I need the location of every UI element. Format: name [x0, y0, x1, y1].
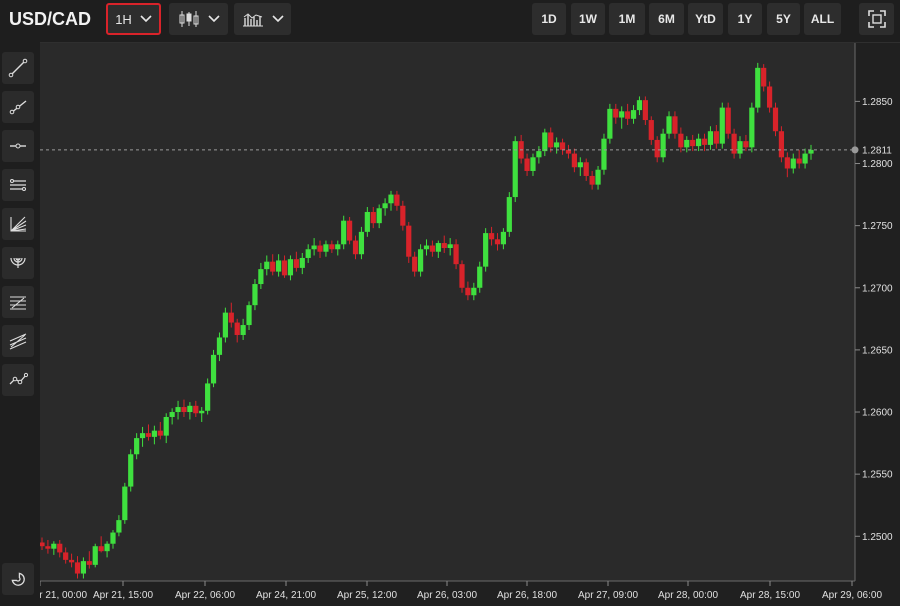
price-chart[interactable]: 1.2850 1.2800 1.2750 1.2700 1.2650 1.2600 1.25… — [40, 43, 900, 606]
path-tool[interactable] — [2, 364, 34, 396]
y-tick-label: 1.2500 — [862, 532, 893, 543]
chevron-down-icon — [207, 15, 220, 23]
range-button-all[interactable]: ALL — [804, 3, 841, 35]
x-tick-label: Apr 26, 18:00 — [497, 590, 557, 601]
candle — [222, 307, 228, 343]
x-tick-label: Apr 25, 12:00 — [337, 590, 397, 601]
x-tick-label: Apr 27, 09:00 — [578, 590, 638, 601]
fib-fan-icon — [10, 216, 27, 232]
x-tick-label: Apr 24, 21:00 — [256, 590, 316, 601]
range-button-ytd[interactable]: YtD — [688, 3, 723, 35]
y-tick-label: 1.2600 — [862, 408, 893, 419]
y-tick-label: 1.2650 — [862, 345, 893, 356]
candle — [92, 543, 98, 568]
drawing-toolbar — [0, 42, 40, 606]
y-tick-label: 1.2550 — [862, 470, 893, 481]
fib-fan-tool[interactable] — [2, 208, 34, 240]
current-price-dot — [851, 146, 859, 154]
x-tick-label: Apr 28, 15:00 — [740, 590, 800, 601]
x-tick-label: Apr 21, 00:00 — [40, 590, 87, 601]
y-tick-label: 1.2800 — [862, 159, 893, 170]
y-tick-label: 1.2700 — [862, 283, 893, 294]
candle — [660, 128, 666, 163]
x-tick-label: Apr 21, 15:00 — [93, 590, 153, 601]
price-axis — [855, 43, 900, 606]
x-tick-label: Apr 22, 06:00 — [175, 590, 235, 601]
y-tick-label: 1.2750 — [862, 221, 893, 232]
horizontal-line-tool[interactable] — [2, 130, 34, 162]
pitchfork-icon — [9, 333, 27, 350]
parallel-channel-tool[interactable] — [2, 169, 34, 201]
candle — [755, 62, 761, 113]
plot-area — [40, 43, 855, 581]
interval-label: 1H — [115, 11, 132, 27]
chevron-down-icon — [271, 15, 284, 23]
chart-type-dropdown[interactable] — [169, 3, 228, 35]
candle — [601, 133, 607, 175]
trend-line-icon — [8, 58, 28, 78]
magnet-icon — [11, 572, 25, 586]
x-tick-label: Apr 29, 06:00 — [822, 590, 882, 601]
candle — [122, 482, 128, 524]
symbol-title: USD/CAD — [9, 9, 92, 29]
range-button-1m[interactable]: 1M — [609, 3, 645, 35]
toolbar: USD/CAD 1H 1D 1W 1M 6M YtD 1Y 5Y ALL — [0, 0, 900, 43]
candle — [725, 102, 731, 139]
indicators-icon — [242, 13, 263, 27]
ray-icon — [9, 100, 27, 115]
range-button-1w[interactable]: 1W — [571, 3, 605, 35]
candle — [719, 102, 725, 149]
candle — [607, 103, 613, 144]
range-button-1y[interactable]: 1Y — [728, 3, 762, 35]
indicators-dropdown[interactable] — [234, 3, 291, 35]
path-icon — [9, 372, 28, 385]
ray-tool[interactable] — [2, 91, 34, 123]
current-price-label: 1.2811 — [862, 145, 892, 156]
chart-svg: 1.2850 1.2800 1.2750 1.2700 1.2650 1.2600 1.25… — [40, 43, 900, 606]
candle — [778, 126, 785, 163]
fullscreen-button[interactable] — [859, 3, 894, 35]
candle — [128, 449, 134, 492]
range-button-1d[interactable]: 1D — [532, 3, 566, 35]
magnet-tool[interactable] — [2, 563, 34, 595]
horizontal-line-icon — [10, 143, 26, 149]
x-tick-label: Apr 26, 03:00 — [417, 590, 477, 601]
x-tick-label: Apr 28, 00:00 — [658, 590, 718, 601]
fib-arc-tool[interactable] — [2, 247, 34, 279]
fib-retracement-icon — [10, 296, 26, 310]
trend-line-tool[interactable] — [2, 52, 34, 84]
candle — [512, 136, 518, 203]
interval-dropdown[interactable]: 1H — [106, 3, 161, 35]
range-button-6m[interactable]: 6M — [649, 3, 684, 35]
fib-arc-icon — [10, 257, 26, 268]
candle — [483, 228, 489, 272]
candle — [205, 378, 211, 415]
candle — [506, 192, 512, 237]
candle — [341, 215, 347, 250]
chevron-down-icon — [140, 15, 152, 23]
fib-retracement-tool[interactable] — [2, 286, 34, 318]
candle — [772, 102, 779, 137]
range-button-5y[interactable]: 5Y — [767, 3, 800, 35]
pitchfork-tool[interactable] — [2, 325, 34, 357]
candle — [749, 102, 755, 153]
candle — [210, 349, 217, 388]
candle — [347, 216, 353, 245]
fullscreen-icon — [867, 10, 886, 28]
candlestick-icon — [179, 11, 198, 27]
parallel-channel-icon — [10, 179, 26, 191]
y-tick-label: 1.2850 — [862, 97, 893, 108]
